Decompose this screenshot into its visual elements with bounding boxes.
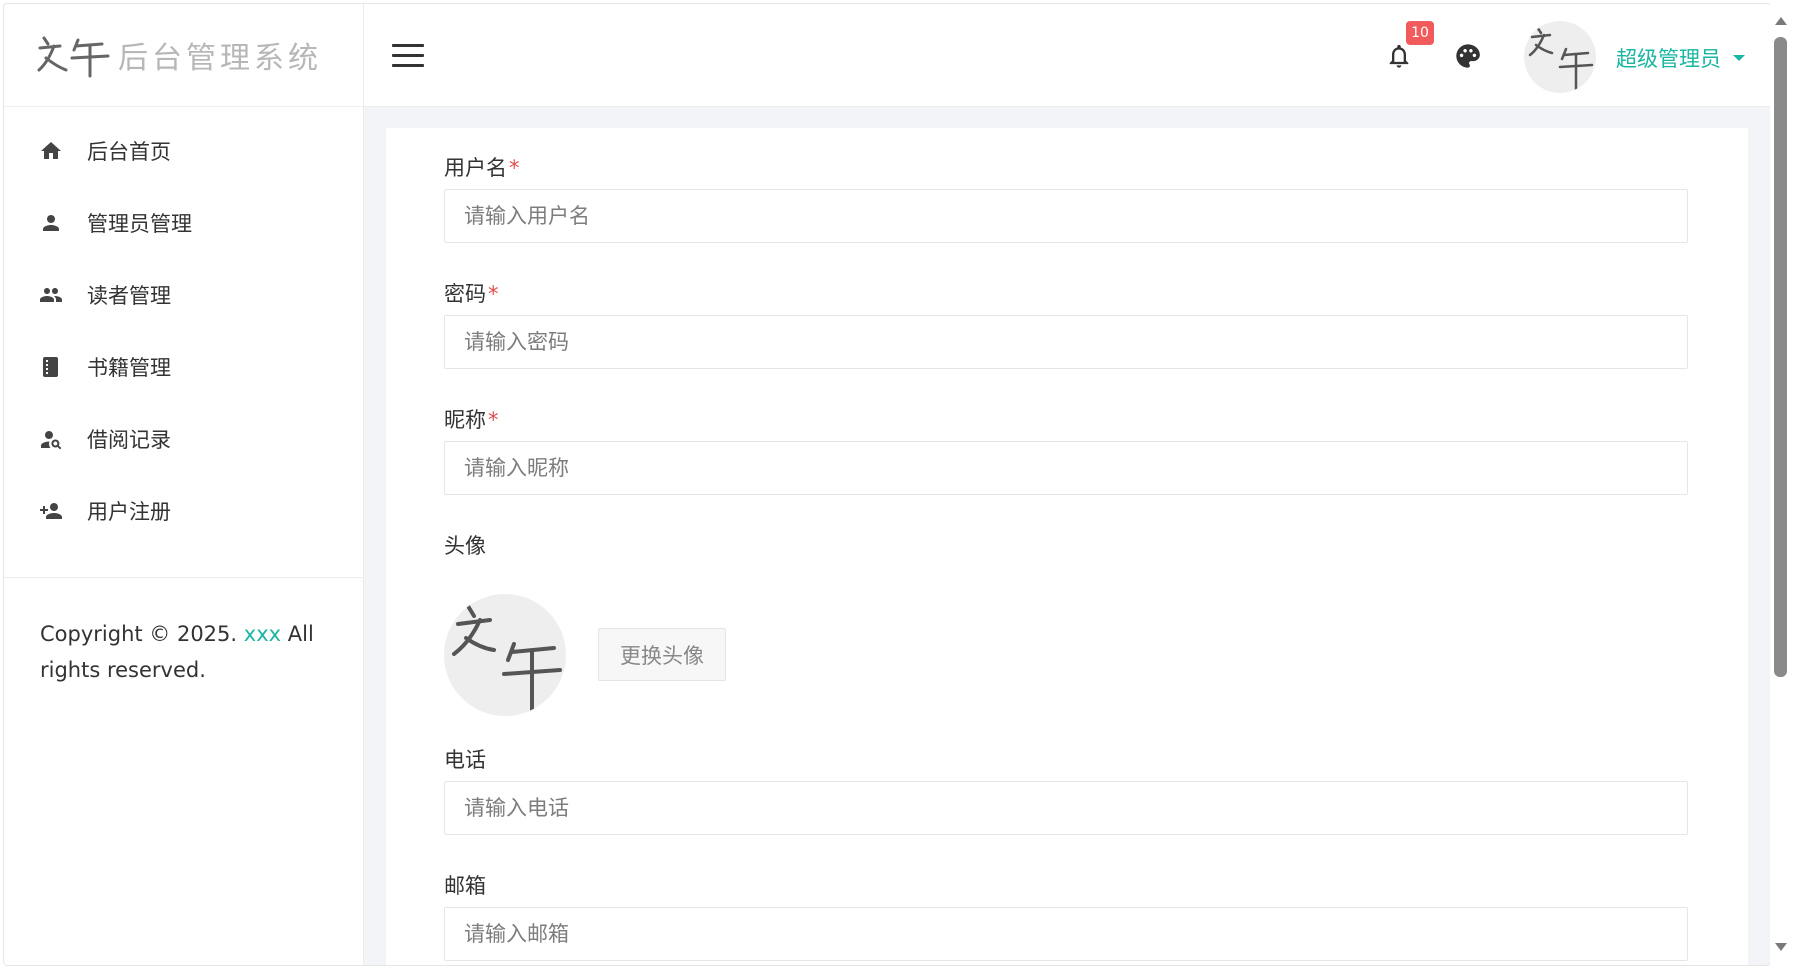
chevron-down-icon	[1733, 55, 1745, 61]
scroll-down-arrow-icon[interactable]	[1775, 943, 1787, 951]
user-avatar[interactable]	[1524, 21, 1596, 93]
home-icon	[38, 138, 64, 164]
sidebar-item-label: 读者管理	[87, 284, 171, 308]
person-icon	[38, 210, 64, 236]
nickname-input[interactable]	[444, 441, 1688, 495]
sidebar-item-home[interactable]: 后台首页	[4, 115, 363, 187]
top-bar: 10 超级管理员	[364, 4, 1770, 107]
user-name: 超级管理员	[1616, 47, 1721, 71]
sidebar-item-readers[interactable]: 读者管理	[4, 259, 363, 331]
avatar-label: 头像	[444, 534, 486, 558]
required-mark: *	[488, 408, 499, 432]
sidebar-divider	[4, 577, 364, 578]
sidebar-item-books[interactable]: 书籍管理	[4, 331, 363, 403]
phone-input[interactable]	[444, 781, 1688, 835]
change-avatar-button[interactable]: 更换头像	[598, 628, 726, 681]
page-scrollbar[interactable]	[1770, 3, 1792, 966]
person-search-icon	[38, 426, 64, 452]
sidebar-item-label: 借阅记录	[87, 428, 171, 452]
copyright: Copyright © 2025. xxx All rights reserve…	[40, 616, 340, 688]
person-add-icon	[38, 498, 64, 524]
sidebar-item-label: 书籍管理	[87, 356, 171, 380]
email-label: 邮箱	[444, 874, 486, 898]
user-menu-dropdown[interactable]: 超级管理员	[1616, 43, 1745, 73]
required-mark: *	[509, 156, 520, 180]
sidebar-item-label: 管理员管理	[87, 212, 192, 236]
copyright-link[interactable]: xxx	[244, 622, 281, 646]
book-icon	[38, 354, 64, 380]
email-input[interactable]	[444, 907, 1688, 961]
avatar-preview	[444, 594, 566, 716]
scroll-up-arrow-icon[interactable]	[1775, 17, 1787, 25]
sidebar-item-label: 后台首页	[87, 140, 171, 164]
notification-badge: 10	[1406, 21, 1434, 45]
theme-palette-icon[interactable]	[1454, 42, 1484, 72]
username-input[interactable]	[444, 189, 1688, 243]
sidebar: 后台管理系统 后台首页 管理员管理 读者管理 书籍管理 借阅记录 用户注册 Co…	[4, 4, 364, 965]
app-window: 后台管理系统 后台首页 管理员管理 读者管理 书籍管理 借阅记录 用户注册 Co…	[3, 3, 1771, 966]
required-mark: *	[488, 282, 499, 306]
brand-logo	[37, 36, 110, 78]
sidebar-item-label: 用户注册	[87, 500, 171, 524]
people-icon	[38, 282, 64, 308]
copyright-prefix: Copyright © 2025.	[40, 622, 244, 646]
admin-form-card: 用户名* 密码* 昵称* 头像 更换头像 电话 邮箱	[386, 128, 1748, 965]
scroll-thumb[interactable]	[1774, 37, 1787, 677]
brand-title: 后台管理系统	[118, 41, 322, 76]
password-input[interactable]	[444, 315, 1688, 369]
password-label: 密码*	[444, 282, 499, 306]
nickname-label: 昵称*	[444, 408, 499, 432]
sidebar-item-admins[interactable]: 管理员管理	[4, 187, 363, 259]
menu-toggle-icon[interactable]	[392, 44, 424, 68]
sidebar-nav: 后台首页 管理员管理 读者管理 书籍管理 借阅记录 用户注册	[4, 107, 363, 547]
phone-label: 电话	[444, 748, 486, 772]
notification-bell-icon[interactable]	[1385, 41, 1415, 73]
username-label: 用户名*	[444, 156, 520, 180]
sidebar-item-borrow-records[interactable]: 借阅记录	[4, 403, 363, 475]
sidebar-item-register[interactable]: 用户注册	[4, 475, 363, 547]
brand[interactable]: 后台管理系统	[4, 4, 363, 107]
